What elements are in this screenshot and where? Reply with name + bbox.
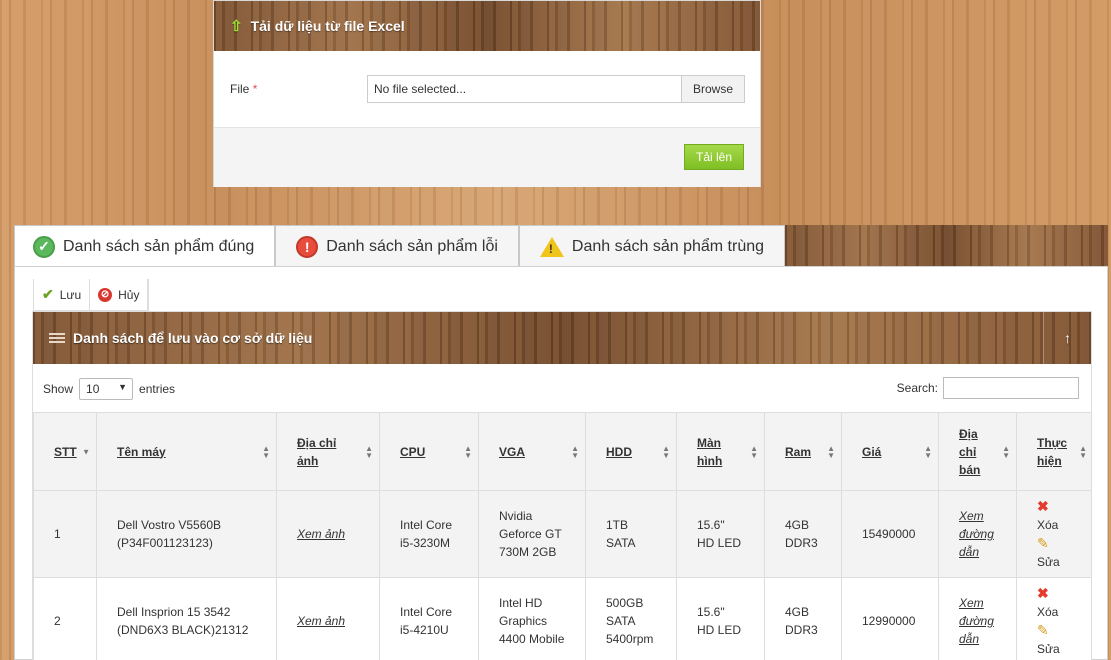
cell-stt: 2: [33, 577, 97, 660]
cell-screen: 15.6" HD LED: [676, 577, 765, 660]
cell-stt: 1: [33, 490, 97, 578]
check-circle-icon: ✓: [33, 235, 55, 258]
cell-vga: Intel HD Graphics 4400 Mobile: [478, 577, 586, 660]
column-header-price[interactable]: Giá ▲ ▼: [841, 412, 939, 491]
tab-error-products[interactable]: ! Danh sách sản phẩm lỗi: [275, 225, 519, 267]
column-header-cpu[interactable]: CPU ▲ ▼: [379, 412, 479, 491]
view-image-link[interactable]: Xem ảnh: [297, 614, 345, 628]
products-table: STT ▼ Tên máy ▲ ▼ Địa chỉ ảnh ▲ ▼ CPU ▲ ▼ VGA ▲ ▼…: [33, 412, 1091, 660]
view-image-link[interactable]: Xem ảnh: [297, 527, 345, 541]
check-icon: ✔: [42, 286, 54, 302]
cell-seller: Xem đường dẫn: [938, 577, 1017, 660]
tabs-filler: [785, 225, 1108, 267]
upload-footer: Tải lên: [214, 128, 760, 187]
column-header-screen[interactable]: Màn hình ▲ ▼: [676, 412, 765, 491]
edit-button[interactable]: ✎ Sửa: [1037, 534, 1073, 571]
tab-valid-products[interactable]: ✓ Danh sách sản phẩm đúng: [14, 225, 276, 267]
delete-x-icon: ✖: [1037, 585, 1049, 601]
cell-seller: Xem đường dẫn: [938, 490, 1017, 578]
upload-title: Tải dữ liệu từ file Excel: [250, 18, 405, 34]
cell-ram: 4GB DDR3: [764, 577, 842, 660]
toolbar: ✔ Lưu ⊘ Hủy: [33, 279, 150, 311]
cell-hdd: 1TB SATA: [585, 490, 677, 578]
edit-button[interactable]: ✎ Sửa: [1037, 621, 1073, 658]
tabs-bar: ✓ Danh sách sản phẩm đúng ! Danh sách sả…: [14, 225, 1108, 267]
data-panel-header: Danh sách để lưu vào cơ sở dữ liệu ↑: [33, 312, 1091, 364]
cell-actions: ✖ Xóa ✎ Sửa: [1016, 577, 1091, 660]
data-panel-title: Danh sách để lưu vào cơ sở dữ liệu: [73, 330, 313, 346]
cell-ram: 4GB DDR3: [764, 490, 842, 578]
cell-hdd: 500GB SATA 5400rpm: [585, 577, 677, 660]
search-control: Search:: [897, 377, 1079, 399]
datatable-controls: Show 10 ▼ entries Search:: [33, 364, 1091, 412]
upload-panel-header: ⇧ Tải dữ liệu từ file Excel: [214, 1, 760, 51]
column-header-name[interactable]: Tên máy ▲ ▼: [96, 412, 277, 491]
file-name-display[interactable]: No file selected...: [368, 76, 681, 102]
cell-actions: ✖ Xóa ✎ Sửa: [1016, 490, 1091, 578]
delete-x-icon: ✖: [1037, 498, 1049, 514]
pencil-icon: ✎: [1037, 622, 1049, 638]
cancel-button[interactable]: ⊘ Hủy: [90, 279, 149, 310]
cell-cpu: Intel Core i5-3230M: [379, 490, 479, 578]
list-icon: [49, 331, 65, 345]
collapse-icon[interactable]: ↑: [1043, 312, 1091, 364]
search-input[interactable]: [943, 377, 1079, 399]
column-header-actions[interactable]: Thực hiện ▲ ▼: [1016, 412, 1091, 491]
page-size-select[interactable]: 10 ▼: [79, 378, 134, 400]
cell-price: 15490000: [841, 490, 939, 578]
data-panel: Danh sách để lưu vào cơ sở dữ liệu ↑ Sho…: [32, 311, 1092, 660]
cell-cpu: Intel Core i5-4210U: [379, 577, 479, 660]
column-header-stt[interactable]: STT ▼: [33, 412, 97, 491]
column-header-ram[interactable]: Ram ▲ ▼: [764, 412, 842, 491]
table-row: 1 Dell Vostro V5560B (P34F001123123) Xem…: [33, 490, 1091, 578]
warning-triangle-icon: !: [539, 236, 564, 257]
column-header-hdd[interactable]: HDD ▲ ▼: [585, 412, 677, 491]
search-label: Search:: [896, 381, 938, 395]
delete-button[interactable]: ✖ Xóa: [1037, 497, 1073, 534]
page-size-control: Show 10 ▼ entries: [43, 378, 175, 400]
required-mark: *: [252, 82, 258, 96]
delete-button[interactable]: ✖ Xóa: [1037, 584, 1073, 621]
cell-vga: Nvidia Geforce GT 730M 2GB: [478, 490, 586, 578]
tab-content: ✔ Lưu ⊘ Hủy Danh sách để lưu vào cơ sở d…: [14, 266, 1108, 660]
file-input[interactable]: No file selected... Browse: [367, 75, 745, 103]
upload-form: File * No file selected... Browse: [214, 51, 760, 128]
cell-name: Dell Insprion 15 3542 (DND6X3 BLACK)2131…: [96, 577, 277, 660]
error-circle-icon: !: [296, 235, 319, 258]
column-header-vga[interactable]: VGA ▲ ▼: [478, 412, 586, 491]
column-header-seller[interactable]: Địa chỉ bán ▲ ▼: [938, 412, 1017, 491]
pencil-icon: ✎: [1037, 535, 1049, 551]
upload-button[interactable]: Tải lên: [684, 144, 744, 170]
cell-image: Xem ảnh: [276, 490, 380, 578]
tab-duplicate-products[interactable]: ! Danh sách sản phẩm trùng: [518, 225, 786, 267]
cell-screen: 15.6" HD LED: [676, 490, 765, 578]
browse-button[interactable]: Browse: [681, 76, 744, 102]
view-seller-link[interactable]: Xem đường dẫn: [959, 596, 994, 646]
cell-price: 12990000: [841, 577, 939, 660]
cell-name: Dell Vostro V5560B (P34F001123123): [96, 490, 277, 578]
table-header-row: STT ▼ Tên máy ▲ ▼ Địa chỉ ảnh ▲ ▼ CPU ▲ ▼ VGA ▲ ▼…: [33, 412, 1091, 491]
view-seller-link[interactable]: Xem đường dẫn: [959, 509, 994, 559]
upload-arrow-icon: ⇧: [230, 18, 243, 35]
dropdown-arrow-icon: ▼: [118, 382, 128, 392]
table-row: 2 Dell Insprion 15 3542 (DND6X3 BLACK)21…: [33, 577, 1091, 660]
cancel-icon: ⊘: [98, 287, 113, 302]
upload-panel: ⇧ Tải dữ liệu từ file Excel File * No fi…: [213, 0, 761, 187]
save-button[interactable]: ✔ Lưu: [34, 279, 91, 310]
column-header-image[interactable]: Địa chỉ ảnh ▲ ▼: [276, 412, 380, 491]
cell-image: Xem ảnh: [276, 577, 380, 660]
file-label: File *: [230, 82, 258, 96]
